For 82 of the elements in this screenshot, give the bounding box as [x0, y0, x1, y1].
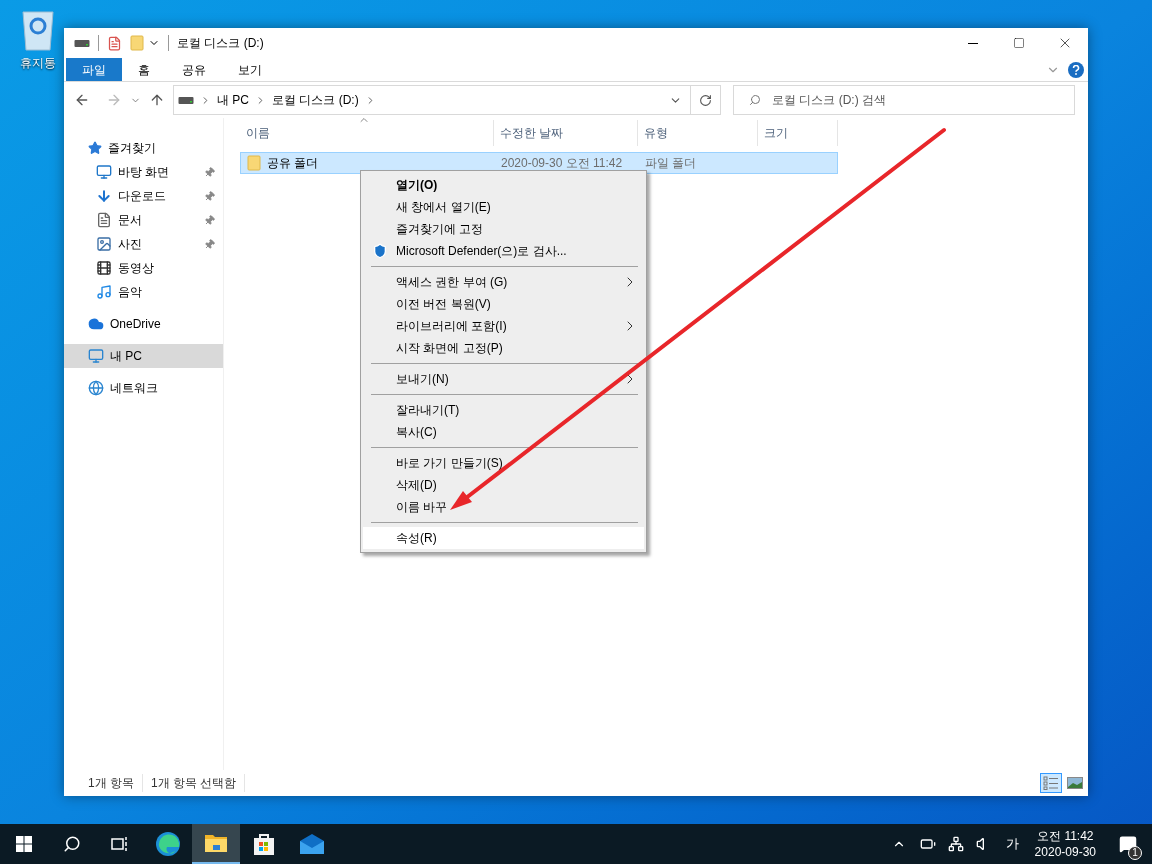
date-cell: 2020-09-30 오전 11:42 — [501, 156, 623, 170]
sidebar-item[interactable]: 문서 — [64, 208, 223, 232]
computer-icon — [88, 348, 104, 364]
refresh-icon[interactable] — [699, 93, 712, 107]
context-menu-item[interactable]: 액세스 권한 부여 (G) — [363, 271, 644, 293]
context-menu-item[interactable]: 삭제(D) — [363, 474, 644, 496]
context-menu-item[interactable]: 새 창에서 열기(E) — [363, 196, 644, 218]
folder-icon — [204, 833, 228, 853]
picture-icon — [96, 236, 112, 252]
notification-button[interactable]: 1 — [1108, 824, 1148, 864]
search-icon — [749, 94, 761, 106]
battery-icon[interactable] — [919, 836, 936, 852]
context-menu-item[interactable]: 복사(C) — [363, 421, 644, 443]
properties-icon[interactable] — [107, 35, 122, 51]
help-icon[interactable] — [1068, 61, 1084, 78]
back-icon[interactable] — [74, 92, 90, 108]
window-title: 로컬 디스크 (D:) — [177, 35, 265, 52]
edge-icon — [155, 831, 181, 857]
context-menu-item[interactable]: 이름 바꾸 — [363, 496, 644, 518]
folder-icon — [247, 155, 261, 171]
type-cell: 파일 폴더 — [645, 156, 697, 170]
context-menu-item[interactable]: 시작 화면에 고정(P) — [363, 337, 644, 359]
context-menu-item[interactable]: 열기(O) — [363, 174, 644, 196]
search-icon — [63, 835, 81, 853]
file-name: 공유 폴더 — [267, 155, 319, 172]
task-view-icon — [111, 836, 129, 852]
file-row[interactable]: 공유 폴더 2020-09-30 오전 11:42 파일 폴더 — [240, 152, 838, 174]
context-menu-item[interactable]: Microsoft Defender(으)로 검사... — [363, 240, 644, 262]
context-menu-item[interactable]: 이전 버전 복원(V) — [363, 293, 644, 315]
sidebar-item[interactable]: OneDrive — [64, 312, 223, 336]
input-method-indicator[interactable]: 가 — [1005, 834, 1019, 854]
context-menu-item[interactable]: 바로 가기 만들기(S) — [363, 452, 644, 474]
store-bag-icon — [252, 832, 276, 856]
context-menu-item[interactable]: 잘라내기(T) — [363, 399, 644, 421]
recycle-bin-icon[interactable] — [20, 8, 56, 52]
ribbon-tab[interactable]: 공유 — [166, 58, 222, 81]
music-note-icon — [96, 284, 112, 300]
column-header[interactable]: 유형 — [638, 120, 758, 146]
sidebar-item[interactable]: 사진 — [64, 232, 223, 256]
column-header[interactable]: 크기 — [758, 120, 838, 146]
maximize-icon — [1013, 37, 1025, 49]
cloud-icon — [88, 316, 104, 332]
windows-logo-icon — [16, 836, 32, 852]
sidebar-item[interactable]: 동영상 — [64, 256, 223, 280]
column-header[interactable]: 수정한 날짜 — [494, 120, 638, 146]
status-text: 1개 항목 — [80, 774, 143, 792]
context-menu-item[interactable]: 속성(R) — [363, 527, 644, 549]
monitor-icon — [96, 164, 112, 180]
sidebar-item[interactable]: 네트워크 — [64, 376, 223, 400]
ribbon-tab[interactable]: 홈 — [122, 58, 166, 81]
document-icon — [96, 212, 112, 228]
taskbar-app-button[interactable] — [192, 824, 240, 864]
new-folder-icon — [130, 35, 144, 51]
breadcrumb-item[interactable]: 로컬 디스크 (D:) — [272, 91, 359, 109]
minimize-icon — [968, 42, 978, 44]
sidebar-item[interactable]: 내 PC — [64, 344, 223, 368]
film-icon — [96, 260, 112, 276]
breadcrumb-item[interactable]: 내 PC — [217, 91, 249, 109]
context-menu-item[interactable]: 보내기(N) — [363, 368, 644, 390]
shield-icon — [371, 243, 388, 259]
search-field[interactable]: 로컬 디스크 (D:) 검색 — [733, 85, 1075, 115]
details-view-button[interactable] — [1040, 773, 1062, 793]
column-header[interactable]: 이름 — [240, 120, 494, 146]
ribbon-tab[interactable]: 파일 — [66, 58, 122, 81]
sidebar-item[interactable]: 즐겨찾기 — [64, 136, 223, 160]
drive-icon — [74, 38, 90, 48]
sidebar-item[interactable]: 바탕 화면 — [64, 160, 223, 184]
up-icon[interactable] — [149, 92, 165, 108]
star-icon — [88, 141, 102, 155]
clock[interactable]: 오전 11:42 2020-09-30 — [1034, 828, 1096, 860]
context-menu-item[interactable]: 라이브러리에 포함(I) — [363, 315, 644, 337]
address-bar[interactable]: 내 PC 로컬 디스크 (D:) — [173, 85, 721, 115]
network-icon[interactable] — [947, 836, 964, 852]
notification-count-badge: 1 — [1128, 846, 1142, 860]
sidebar-item[interactable]: 다운로드 — [64, 184, 223, 208]
mail-envelope-icon — [299, 833, 325, 855]
drive-icon — [178, 95, 194, 105]
network-icon — [88, 380, 104, 396]
sidebar-item[interactable]: 음악 — [64, 280, 223, 304]
context-menu-item[interactable]: 즐겨찾기에 고정 — [363, 218, 644, 240]
ribbon-tab[interactable]: 보기 — [222, 58, 278, 81]
status-text: 1개 항목 선택함 — [143, 774, 246, 792]
